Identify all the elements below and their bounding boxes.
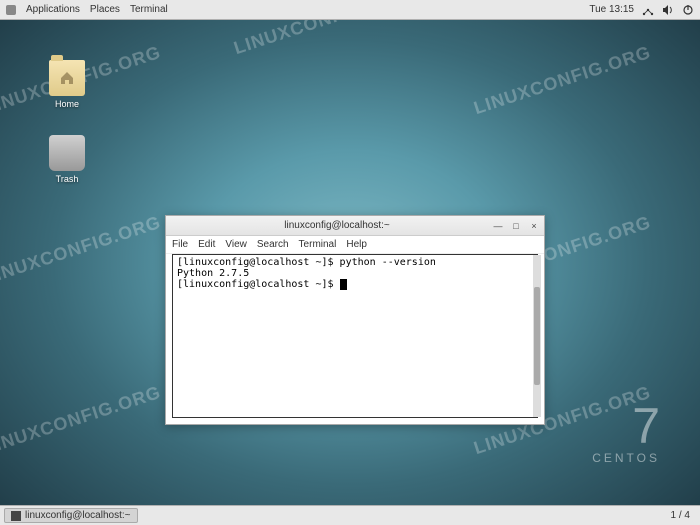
desktop-icon-label: Home [40,99,94,109]
terminal-line: Python 2.7.5 [177,268,533,279]
centos-version: 7 [592,401,660,451]
cursor-icon [340,279,347,290]
menu-places[interactable]: Places [90,4,120,15]
trash-icon [49,135,85,171]
watermark: LINUXCONFIG.ORG [471,42,653,119]
menu-terminal[interactable]: Terminal [130,4,168,15]
scrollbar-thumb[interactable] [534,287,540,384]
network-icon[interactable] [642,4,654,16]
menu-applications[interactable]: Applications [26,4,80,15]
desktop-icon-home[interactable]: Home [40,60,94,109]
terminal-line: [linuxconfig@localhost ~]$ [177,279,533,290]
workspace-switcher[interactable]: 1 / 4 [665,510,696,521]
menu-view[interactable]: View [225,239,247,250]
menu-edit[interactable]: Edit [198,239,215,250]
menu-help[interactable]: Help [346,239,367,250]
menu-search[interactable]: Search [257,239,289,250]
terminal-window[interactable]: linuxconfig@localhost:~ — □ × File Edit … [165,215,545,425]
window-titlebar[interactable]: linuxconfig@localhost:~ — □ × [166,216,544,236]
centos-name: CENTOS [592,451,660,465]
power-icon[interactable] [682,4,694,16]
maximize-button[interactable]: □ [510,220,522,232]
menu-file[interactable]: File [172,239,188,250]
top-panel: Applications Places Terminal Tue 13:15 [0,0,700,20]
window-title: linuxconfig@localhost:~ [182,220,492,231]
watermark: LINUXCONFIG.ORG [0,212,164,289]
watermark: LINUXCONFIG.ORG [0,382,164,459]
terminal-menu-bar: File Edit View Search Terminal Help [166,236,544,254]
taskbar-item-terminal[interactable]: linuxconfig@localhost:~ [4,508,138,523]
clock[interactable]: Tue 13:15 [589,4,634,15]
desktop[interactable]: LINUXCONFIG.ORG LINUXCONFIG.ORG LINUXCON… [0,20,700,505]
activities-icon [6,5,16,15]
menu-terminal[interactable]: Terminal [299,239,337,250]
folder-home-icon [49,60,85,96]
bottom-panel: linuxconfig@localhost:~ 1 / 4 [0,505,700,525]
scrollbar[interactable] [533,255,541,417]
terminal-line: [linuxconfig@localhost ~]$ python --vers… [177,257,533,268]
minimize-button[interactable]: — [492,220,504,232]
volume-icon[interactable] [662,4,674,16]
terminal-icon [11,511,21,521]
desktop-icon-label: Trash [40,174,94,184]
terminal-output[interactable]: [linuxconfig@localhost ~]$ python --vers… [172,254,538,418]
close-button[interactable]: × [528,220,540,232]
centos-branding: 7 CENTOS [592,401,660,465]
taskbar-item-label: linuxconfig@localhost:~ [25,510,131,521]
desktop-icon-trash[interactable]: Trash [40,135,94,184]
